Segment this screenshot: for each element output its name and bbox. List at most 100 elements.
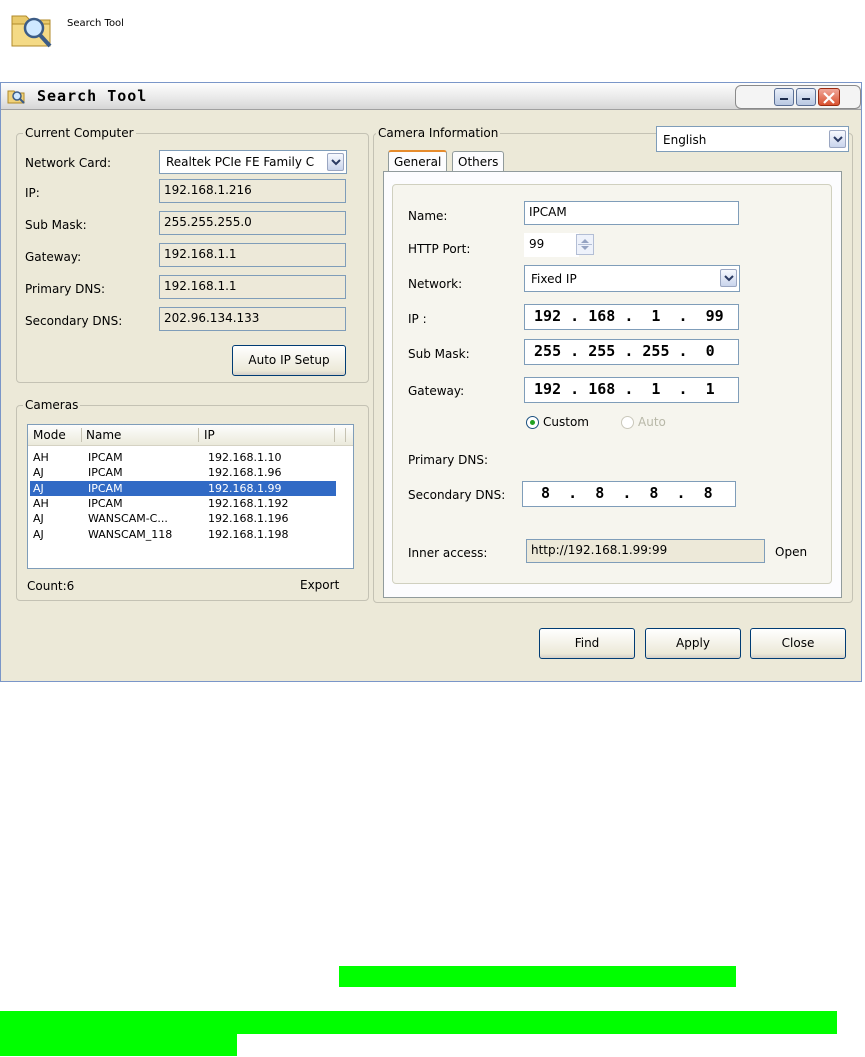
close-button[interactable]: Close — [750, 628, 846, 659]
camera-ip-label: IP : — [408, 312, 427, 326]
camera-name-label: Name: — [408, 209, 448, 223]
dropdown-arrow-icon[interactable] — [720, 269, 737, 287]
computer-secondary-dns-field[interactable]: 202.96.134.133 — [159, 307, 346, 331]
maximize-icon — [802, 98, 810, 100]
dns-auto-radio[interactable] — [621, 416, 634, 429]
highlight-bar — [0, 1034, 237, 1056]
row-mode: AJ — [33, 466, 44, 479]
gateway-label: Gateway: — [25, 250, 82, 264]
camera-submask-label: Sub Mask: — [408, 347, 470, 361]
current-computer-group: Current Computer Network Card: Realtek P… — [16, 126, 369, 383]
close-icon — [823, 92, 835, 104]
camera-gateway-field[interactable]: 192 . 168 . 1 . 1 — [524, 377, 739, 403]
title-bar[interactable]: Search Tool — [1, 83, 861, 110]
app-icon — [7, 90, 25, 104]
column-mode[interactable]: Mode — [33, 428, 66, 442]
secondary-dns-label: Secondary DNS: — [25, 314, 123, 328]
computer-submask-field[interactable]: 255.255.255.0 — [159, 211, 346, 235]
camera-count: Count:6 — [27, 579, 75, 593]
maximize-button[interactable] — [796, 88, 816, 106]
row-name: IPCAM — [88, 497, 123, 510]
folder-magnifier-icon — [11, 15, 52, 48]
find-label: Find — [574, 636, 600, 650]
auto-ip-setup-button[interactable]: Auto IP Setup — [232, 345, 346, 376]
cameras-title: Cameras — [23, 398, 81, 412]
window-controls — [735, 85, 861, 109]
row-ip: 192.168.1.192 — [208, 497, 289, 510]
apply-label: Apply — [676, 636, 710, 650]
row-name: IPCAM — [88, 466, 123, 479]
row-mode: AH — [33, 497, 49, 510]
camera-submask-field[interactable]: 255 . 255 . 255 . 0 — [524, 339, 739, 365]
row-name: WANSCAM_118 — [88, 528, 173, 541]
http-port-label: HTTP Port: — [408, 242, 471, 256]
auto-ip-setup-label: Auto IP Setup — [248, 353, 330, 367]
camera-list-header: Mode Name IP — [28, 425, 353, 446]
find-button[interactable]: Find — [539, 628, 635, 659]
primary-dns-label: Primary DNS: — [25, 282, 106, 296]
highlight-bar — [0, 1011, 837, 1034]
camera-name-field[interactable]: IPCAM — [524, 201, 739, 225]
camera-secondary-dns-field[interactable]: 8 . 8 . 8 . 8 — [522, 481, 736, 507]
tab-general[interactable]: General — [388, 150, 448, 173]
row-mode: AJ — [33, 482, 44, 495]
open-link[interactable]: Open — [775, 545, 807, 559]
camera-gateway-label: Gateway: — [408, 384, 465, 398]
computer-ip-field[interactable]: 192.168.1.216 — [159, 179, 346, 203]
camera-row[interactable]: AJ WANSCAM_118 192.168.1.198 — [30, 527, 336, 542]
network-card-label: Network Card: — [25, 156, 112, 170]
row-mode: AH — [33, 451, 49, 464]
export-label: Export — [300, 578, 340, 592]
ip-label: IP: — [25, 186, 40, 200]
dropdown-arrow-icon[interactable] — [327, 153, 344, 171]
row-ip: 192.168.1.10 — [208, 451, 282, 464]
dropdown-arrow-icon[interactable] — [829, 130, 846, 148]
camera-row[interactable]: AH IPCAM 192.168.1.10 — [30, 450, 336, 465]
camera-list[interactable]: Mode Name IP AH IPCAM 192.168.1.10 AJ IP… — [27, 424, 354, 569]
dns-custom-label: Custom — [543, 415, 589, 429]
window-title: Search Tool — [37, 87, 148, 105]
tab-others[interactable]: Others — [452, 151, 505, 173]
export-button[interactable]: Export — [300, 578, 339, 592]
language-select[interactable]: English — [656, 126, 849, 152]
spinner-arrows-icon — [578, 239, 592, 250]
camera-ip-field[interactable]: 192 . 168 . 1 . 99 — [524, 304, 739, 330]
camera-secondary-dns-label: Secondary DNS: — [408, 488, 506, 502]
inner-access-field[interactable]: http://192.168.1.99:99 — [526, 539, 765, 563]
camera-row[interactable]: AJ IPCAM 192.168.1.96 — [30, 465, 336, 480]
dns-custom-radio[interactable] — [526, 416, 539, 429]
column-name[interactable]: Name — [86, 428, 121, 442]
camera-row[interactable]: AH IPCAM 192.168.1.192 — [30, 496, 336, 511]
camera-information-title: Camera Information — [376, 126, 501, 140]
tab-others-label: Others — [458, 155, 499, 169]
http-port-field[interactable]: 99 — [524, 233, 579, 257]
row-mode: AJ — [33, 512, 44, 525]
network-mode-select[interactable]: Fixed IP — [524, 265, 740, 292]
camera-row[interactable]: AJ WANSCAM-C... 192.168.1.196 — [30, 511, 336, 526]
row-mode: AJ — [33, 528, 44, 541]
row-name: IPCAM — [88, 451, 123, 464]
highlight-bar — [339, 966, 736, 987]
tab-general-label: General — [394, 155, 442, 169]
row-name: WANSCAM-C... — [88, 512, 168, 525]
http-port-value: 99 — [529, 237, 545, 251]
computer-gateway-field[interactable]: 192.168.1.1 — [159, 243, 346, 267]
cameras-group: Cameras Mode Name IP AH IPCAM 192.168.1.… — [16, 398, 369, 601]
network-card-select[interactable]: Realtek PCIe FE Family C — [159, 150, 347, 174]
search-tool-window: Search Tool Current Computer Network Car… — [0, 82, 862, 682]
computer-primary-dns-field[interactable]: 192.168.1.1 — [159, 275, 346, 299]
network-label: Network: — [408, 277, 463, 291]
row-ip: 192.168.1.99 — [208, 482, 282, 495]
inner-access-label: Inner access: — [408, 546, 488, 560]
close-window-button[interactable] — [818, 88, 840, 106]
column-ip[interactable]: IP — [204, 428, 215, 442]
minimize-icon — [780, 98, 788, 100]
camera-row-selected[interactable]: AJ IPCAM 192.168.1.99 — [30, 481, 336, 496]
port-spinner[interactable] — [576, 234, 594, 255]
current-computer-title: Current Computer — [23, 126, 136, 140]
minimize-button[interactable] — [774, 88, 794, 106]
apply-button[interactable]: Apply — [645, 628, 741, 659]
search-tool-desktop-icon[interactable] — [10, 6, 58, 50]
network-card-value: Realtek PCIe FE Family C — [166, 155, 315, 169]
camera-primary-dns-label: Primary DNS: — [408, 453, 489, 467]
